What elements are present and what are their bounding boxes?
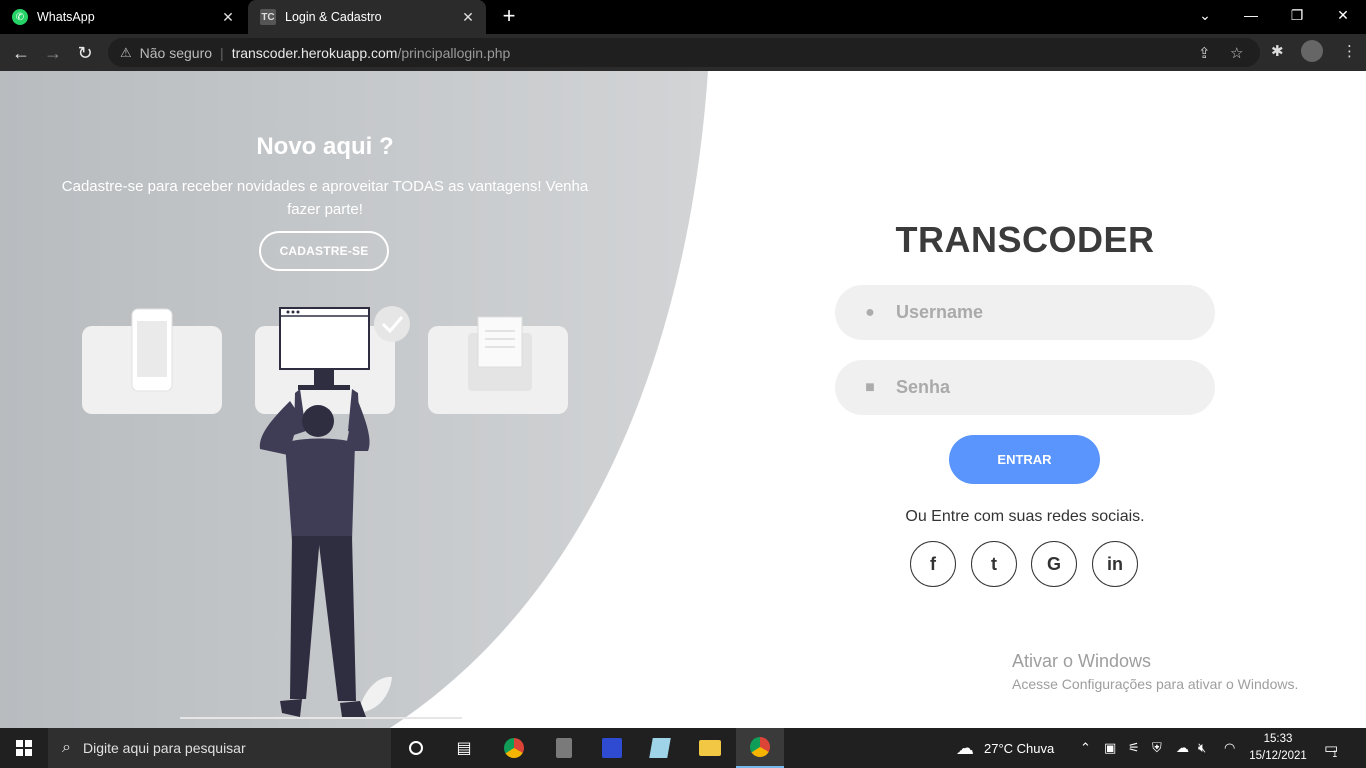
volume-muted-icon[interactable]: 🔇︎	[1198, 728, 1206, 768]
warning-icon: ⚠	[120, 44, 132, 60]
file-explorer-icon[interactable]	[686, 728, 734, 768]
windows-activation-watermark: Ativar o Windows Acesse Configurações pa…	[1012, 651, 1298, 692]
linkedin-icon: in	[1107, 553, 1123, 574]
password-field[interactable]: ■	[835, 360, 1215, 415]
taskbar-search[interactable]: ⌕ Digite aqui para pesquisar	[48, 728, 391, 768]
browser-titlebar: ✆ WhatsApp ✕ TC Login & Cadastro ✕ + ⌄ —…	[0, 0, 1366, 34]
tray-chevron-icon[interactable]: ⌃	[1080, 728, 1091, 768]
search-placeholder: Digite aqui para pesquisar	[82, 740, 246, 756]
watermark-title: Ativar o Windows	[1012, 651, 1152, 671]
reload-button[interactable]: ↻	[70, 38, 100, 68]
tab-login-cadastro[interactable]: TC Login & Cadastro ✕	[248, 0, 486, 34]
minimize-button[interactable]: —	[1228, 0, 1274, 30]
task-view-icon[interactable]: ▤	[440, 728, 488, 768]
username-input[interactable]	[896, 302, 1186, 323]
twitter-icon: t	[991, 553, 997, 574]
taskbar-clock[interactable]: 15:33 15/12/2021	[1240, 731, 1316, 765]
separator: |	[220, 44, 224, 61]
back-button[interactable]: ←	[6, 38, 36, 68]
tab-whatsapp[interactable]: ✆ WhatsApp ✕	[0, 0, 246, 34]
notification-count: 1	[1332, 749, 1338, 759]
clock-date: 15/12/2021	[1249, 750, 1307, 762]
calculator-app-icon[interactable]	[540, 728, 588, 768]
lock-icon: ■	[865, 378, 875, 396]
close-tab-icon[interactable]: ✕	[458, 7, 478, 27]
extensions-puzzle-icon[interactable]: ✱	[1271, 42, 1284, 60]
twitter-button[interactable]: t	[971, 541, 1017, 587]
cortana-icon[interactable]	[392, 728, 440, 768]
url-host: transcoder.herokuapp.com	[231, 44, 398, 61]
linkedin-button[interactable]: in	[1092, 541, 1138, 587]
facebook-button[interactable]: f	[910, 541, 956, 587]
cloud-rain-icon: ☁	[956, 737, 974, 758]
tc-favicon-icon: TC	[260, 9, 276, 25]
start-button[interactable]	[0, 728, 48, 768]
clock-time: 15:33	[1263, 733, 1293, 745]
share-icon[interactable]: ⇪	[1198, 44, 1211, 62]
tab-search-icon[interactable]: ⌄	[1182, 0, 1228, 30]
notifications-button[interactable]: ▭ 1	[1324, 728, 1338, 768]
wifi-icon[interactable]: ◠	[1224, 728, 1235, 768]
weather-text: 27°C Chuva	[984, 740, 1055, 756]
social-login-text: Ou Entre com suas redes sociais.	[905, 508, 1145, 525]
meet-now-icon[interactable]: ▣	[1104, 728, 1116, 768]
chrome-active-app-icon[interactable]	[736, 728, 784, 768]
security-label[interactable]: Não seguro	[140, 45, 212, 61]
restore-button[interactable]: ❐	[1274, 0, 1320, 30]
app-icon-notes[interactable]	[636, 728, 684, 768]
network-icon[interactable]: ⚟	[1128, 728, 1140, 768]
windows-logo-icon	[16, 740, 32, 756]
new-tab-button[interactable]: +	[497, 5, 521, 28]
close-window-button[interactable]: ✕	[1320, 0, 1366, 30]
search-icon: ⌕	[62, 739, 71, 756]
onedrive-icon[interactable]: ☁	[1176, 728, 1189, 768]
menu-kebab-icon[interactable]: ⋮	[1342, 42, 1357, 60]
tab-title: Login & Cadastro	[285, 10, 382, 24]
address-bar[interactable]: ⚠ Não seguro | transcoder.herokuapp.com /…	[108, 38, 1260, 67]
google-icon: G	[1046, 553, 1061, 574]
security-shield-icon[interactable]: ⛨	[1152, 728, 1162, 768]
login-button[interactable]: ENTRAR	[949, 435, 1100, 484]
watermark-subtitle: Acesse Configurações para ativar o Windo…	[1012, 676, 1299, 692]
facebook-icon: f	[930, 553, 936, 574]
close-tab-icon[interactable]: ✕	[218, 7, 238, 27]
chrome-app-icon[interactable]	[490, 728, 538, 768]
app-icon-blue[interactable]	[588, 728, 636, 768]
profile-avatar[interactable]	[1301, 40, 1323, 62]
password-input[interactable]	[896, 377, 1186, 398]
brand-title: TRANSCODER	[895, 219, 1155, 260]
browser-toolbar: ← → ↻ ⚠ Não seguro | transcoder.herokuap…	[0, 34, 1366, 71]
user-icon: ●	[865, 303, 875, 321]
person-illustration	[131, 306, 532, 717]
url-path: /principallogin.php	[397, 44, 511, 61]
page-content: Novo aqui ? Cadastre-se para receber nov…	[0, 71, 1366, 728]
google-button[interactable]: G	[1031, 541, 1077, 587]
whatsapp-icon: ✆	[12, 9, 28, 25]
forward-button[interactable]: →	[38, 38, 68, 68]
bookmark-star-icon[interactable]: ☆	[1230, 44, 1243, 62]
username-field[interactable]: ●	[835, 285, 1215, 340]
tab-title: WhatsApp	[37, 10, 95, 24]
weather-widget[interactable]: ☁ 27°C Chuva	[956, 728, 1054, 768]
windows-taskbar: ⌕ Digite aqui para pesquisar ▤ ☁ 27°C Ch…	[0, 728, 1366, 768]
